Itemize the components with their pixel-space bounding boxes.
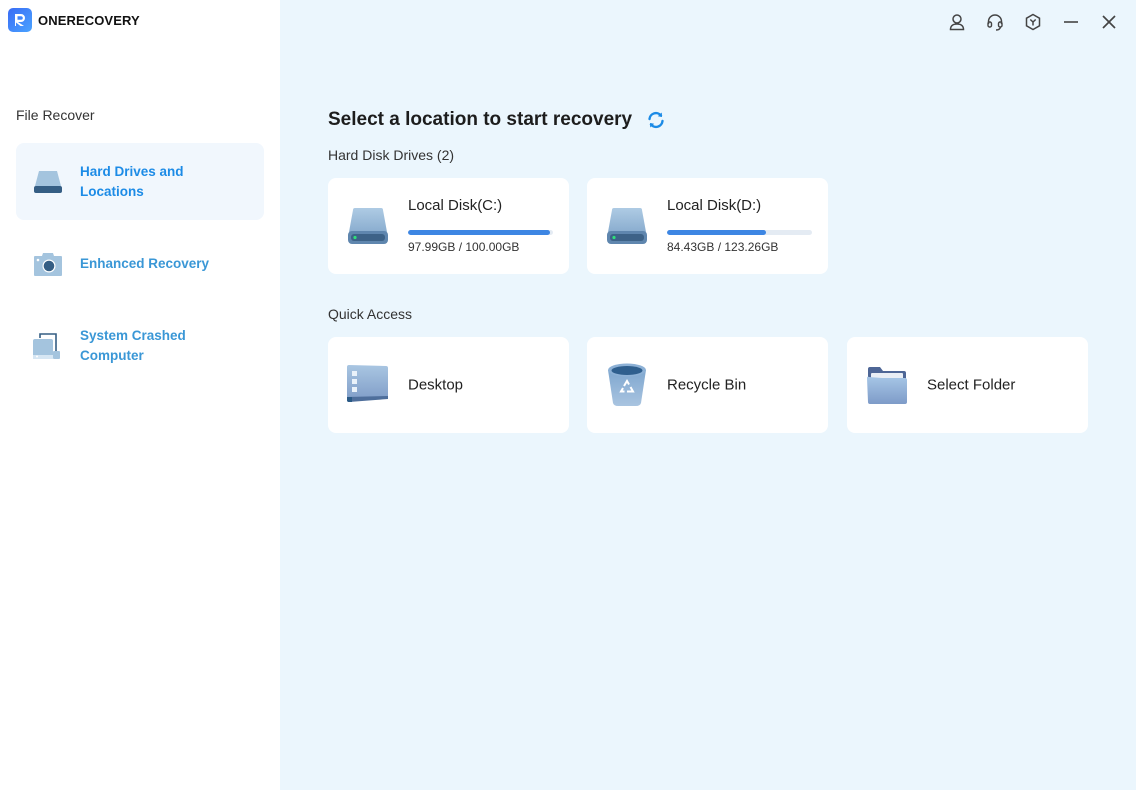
close-button[interactable]	[1090, 10, 1128, 34]
sidebar-item-label: Hard Drives and Locations	[80, 163, 184, 199]
headset-icon	[987, 14, 1003, 31]
disk-name: Local Disk(D:)	[667, 197, 762, 214]
quick-access-label: Quick Access	[328, 306, 413, 322]
account-button[interactable]	[938, 10, 976, 34]
sidebar-section-label: File Recover	[16, 107, 95, 123]
sidebar-item-system-crashed[interactable]: System Crashed Computer	[16, 326, 264, 366]
hard-drive-icon	[32, 166, 64, 198]
sidebar-item-label: System Crashed Computer	[80, 328, 186, 363]
disk-usage-fill	[408, 230, 551, 235]
sidebar-item-label: Enhanced Recovery	[80, 256, 210, 271]
recycle-bin-icon	[605, 363, 649, 407]
sidebar-item-hard-drives[interactable]: Hard Drives and Locations	[16, 143, 264, 220]
disk-usage-fill	[667, 230, 767, 235]
crashed-computer-icon	[32, 330, 64, 362]
camera-icon	[32, 248, 64, 280]
disk-card-c[interactable]: Local Disk(C:) 97.99GB / 100.00GB	[328, 178, 569, 274]
quick-access-desktop[interactable]: Desktop	[328, 337, 569, 433]
hard-disk-icon	[346, 204, 390, 248]
quick-access-label-text: Desktop	[408, 376, 464, 394]
sidebar-item-enhanced-recovery[interactable]: Enhanced Recovery	[16, 244, 264, 284]
hard-disk-drives-label: Hard Disk Drives (2)	[328, 147, 455, 163]
quick-access-label-text: Select Folder	[927, 376, 1016, 394]
disk-name: Local Disk(C:)	[408, 197, 503, 214]
minimize-icon	[1064, 21, 1078, 23]
disk-card-d[interactable]: Local Disk(D:) 84.43GB / 123.26GB	[587, 178, 828, 274]
sidebar: ONERECOVERY File Recover Hard Drives and…	[0, 0, 280, 790]
disk-usage-bar	[408, 230, 553, 235]
minimize-button[interactable]	[1052, 10, 1090, 34]
disk-size: 97.99GB / 100.00GB	[408, 240, 520, 254]
page-title: Select a location to start recovery	[328, 109, 666, 131]
folder-icon	[865, 363, 909, 407]
page-title-text: Select a location to start recovery	[328, 109, 633, 130]
window-controls	[938, 10, 1128, 34]
logo-icon	[8, 8, 32, 32]
support-button[interactable]	[976, 10, 1014, 34]
desktop-icon	[346, 363, 390, 407]
refresh-icon	[648, 111, 664, 129]
app-name: ONERECOVERY	[38, 12, 140, 28]
close-icon	[1102, 15, 1116, 29]
hard-disk-icon	[605, 204, 649, 248]
refresh-button[interactable]	[646, 110, 666, 130]
quick-access-select-folder[interactable]: Select Folder	[847, 337, 1088, 433]
user-icon	[949, 14, 965, 31]
settings-button[interactable]	[1014, 10, 1052, 34]
quick-access-recycle-bin[interactable]: Recycle Bin	[587, 337, 828, 433]
app-logo: ONERECOVERY	[8, 8, 140, 32]
disk-usage-bar	[667, 230, 812, 235]
hexagon-icon	[1025, 13, 1041, 31]
quick-access-label-text: Recycle Bin	[667, 376, 747, 394]
disk-size: 84.43GB / 123.26GB	[667, 240, 779, 254]
